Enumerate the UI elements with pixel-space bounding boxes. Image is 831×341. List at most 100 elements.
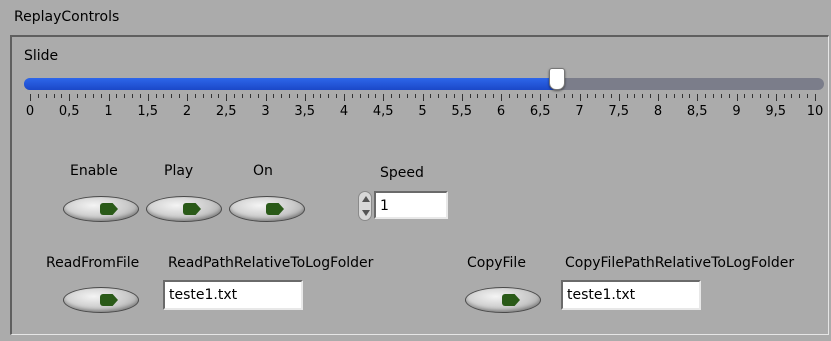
minor-tick: [202, 94, 204, 98]
minor-tick: [163, 94, 165, 98]
minor-tick: [524, 94, 526, 98]
minor-tick: [508, 94, 510, 98]
minor-tick: [563, 94, 565, 98]
tick-label: 0,5: [58, 104, 80, 119]
led-indicator-icon: [100, 203, 118, 215]
minor-tick: [155, 94, 157, 98]
minor-tick: [210, 94, 212, 98]
major-tick: [461, 94, 463, 101]
minor-tick: [705, 94, 707, 98]
major-tick: [775, 94, 777, 101]
minor-tick: [610, 94, 612, 98]
copypath-input[interactable]: teste1.txt: [561, 280, 701, 310]
on-label: On: [253, 163, 273, 179]
major-tick: [108, 94, 110, 101]
minor-tick: [398, 94, 400, 98]
minor-tick: [799, 94, 801, 98]
minor-tick: [257, 94, 259, 98]
major-tick: [304, 94, 306, 101]
copyfile-button[interactable]: [465, 287, 541, 313]
led-indicator-icon: [502, 294, 520, 306]
major-tick: [501, 94, 502, 101]
slide-thumb[interactable]: [548, 68, 565, 90]
tick-label: 7,5: [608, 104, 630, 119]
minor-tick: [77, 94, 79, 98]
spin-up-icon[interactable]: [362, 196, 370, 202]
tick-label: 2: [182, 104, 192, 119]
readfromfile-button[interactable]: [63, 287, 139, 313]
minor-tick: [249, 94, 251, 98]
minor-tick: [359, 94, 361, 98]
tick-label: 6,5: [529, 104, 551, 119]
readpath-input[interactable]: teste1.txt: [163, 280, 303, 310]
speed-spinner[interactable]: [358, 191, 372, 221]
minor-tick: [603, 94, 605, 98]
minor-tick: [37, 94, 39, 98]
minor-tick: [642, 94, 644, 98]
minor-tick: [328, 94, 330, 98]
tick-label: 9,5: [765, 104, 787, 119]
minor-tick: [84, 94, 86, 98]
major-tick: [226, 94, 228, 101]
tick-label: 4: [339, 104, 349, 119]
minor-tick: [241, 94, 243, 98]
major-tick: [540, 94, 542, 101]
minor-tick: [391, 94, 393, 98]
minor-tick: [367, 94, 369, 98]
minor-tick: [234, 94, 236, 98]
major-tick: [265, 94, 267, 101]
minor-tick: [673, 94, 675, 98]
minor-tick: [555, 94, 557, 98]
minor-tick: [406, 94, 408, 98]
minor-tick: [446, 94, 448, 98]
tick-label: 5: [418, 104, 427, 119]
minor-tick: [289, 94, 291, 98]
minor-tick: [728, 94, 730, 98]
minor-tick: [320, 94, 322, 98]
major-tick: [69, 94, 71, 101]
minor-tick: [760, 94, 762, 98]
speed-input[interactable]: 1: [374, 191, 448, 219]
tick-label: 3,5: [294, 104, 316, 119]
on-button[interactable]: [229, 196, 305, 222]
slide-scale: [30, 94, 816, 102]
tick-label: 3: [261, 104, 270, 119]
minor-tick: [807, 94, 809, 98]
spin-down-icon[interactable]: [362, 210, 370, 216]
minor-tick: [595, 94, 597, 98]
minor-tick: [571, 94, 573, 98]
minor-tick: [783, 94, 785, 98]
major-tick: [344, 94, 345, 101]
tick-label: 1: [104, 104, 113, 119]
enable-button[interactable]: [63, 196, 139, 222]
minor-tick: [281, 94, 283, 98]
minor-tick: [689, 94, 691, 98]
slide-label: Slide: [24, 48, 59, 64]
minor-tick: [493, 94, 495, 98]
minor-tick: [61, 94, 63, 98]
major-tick: [422, 94, 424, 101]
minor-tick: [375, 94, 377, 98]
minor-tick: [469, 94, 471, 98]
major-tick: [147, 94, 149, 101]
minor-tick: [273, 94, 275, 98]
minor-tick: [194, 94, 196, 98]
tick-label: 1,5: [137, 104, 159, 119]
minor-tick: [171, 94, 173, 98]
slide-track[interactable]: [24, 78, 824, 90]
tick-label: 4,5: [372, 104, 394, 119]
readpath-label: ReadPathRelativeToLogFolder: [168, 255, 374, 271]
minor-tick: [218, 94, 220, 98]
minor-tick: [45, 94, 47, 98]
minor-tick: [116, 94, 118, 98]
tick-label: 5,5: [451, 104, 473, 119]
major-tick: [383, 94, 385, 101]
minor-tick: [132, 94, 134, 98]
minor-tick: [626, 94, 628, 98]
major-tick: [815, 94, 816, 101]
minor-tick: [767, 94, 769, 98]
speed-label: Speed: [380, 165, 424, 181]
play-button[interactable]: [146, 196, 222, 222]
readfromfile-label: ReadFromFile: [46, 255, 140, 271]
major-tick: [736, 94, 738, 101]
